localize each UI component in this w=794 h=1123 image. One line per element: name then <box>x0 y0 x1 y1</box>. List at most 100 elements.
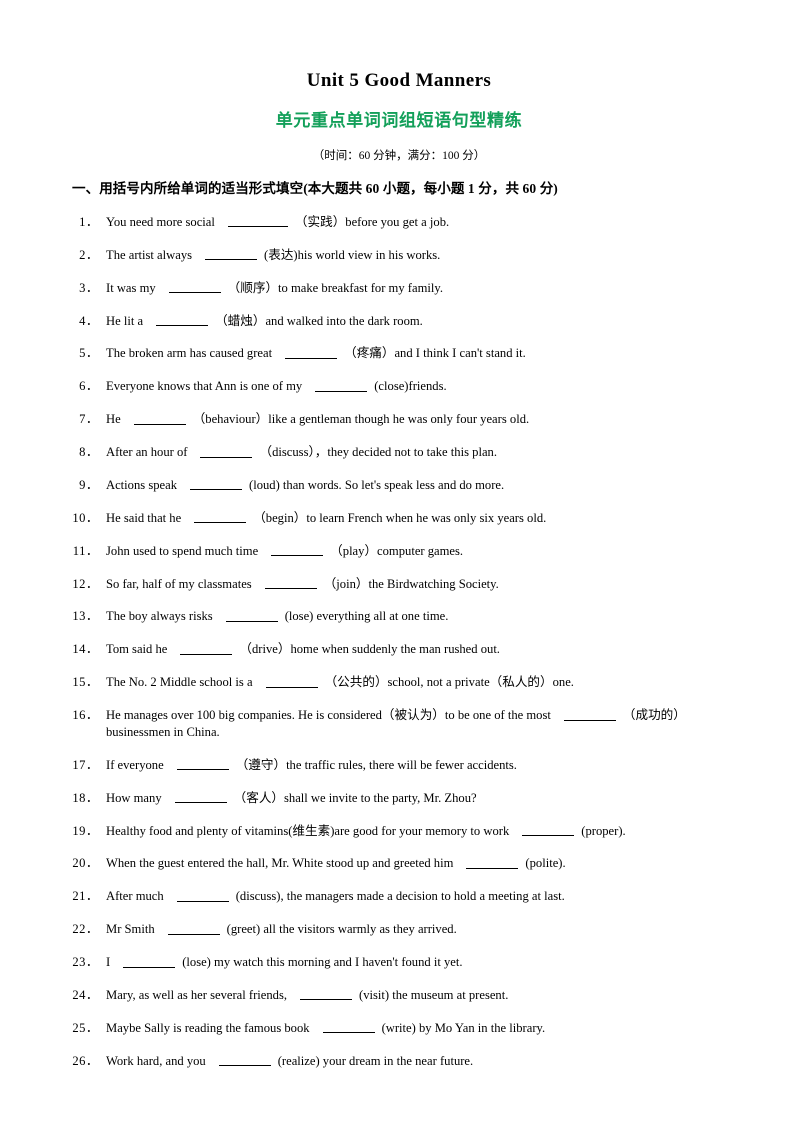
question-text: Mary, as well as her several friends, (vi… <box>106 987 726 1004</box>
page-subtitle: 单元重点单词词组短语句型精练 <box>275 110 523 131</box>
question-item: 14． Tom said he （drive）home when suddenly … <box>72 641 726 658</box>
question-text: Everyone knows that Ann is one of my (clo… <box>106 378 726 395</box>
question-text-after-blank: (表达)his world view in his works. <box>264 247 441 262</box>
question-number: 14． <box>72 642 99 657</box>
question-text: Healthy food and plenty of vitamins(维生素)… <box>106 823 726 840</box>
question-text-after-blank: (lose) everything all at one time. <box>284 609 449 624</box>
answer-blank[interactable] <box>174 790 227 804</box>
answer-blank[interactable] <box>156 313 209 327</box>
question-text: Tom said he （drive）home when suddenly the… <box>106 641 726 658</box>
question-text-after-blank: (loud) than words. So let's speak less a… <box>249 477 505 492</box>
question-text-before-blank: So far, half of my classmates <box>106 576 252 591</box>
question-text-before-blank: Mary, as well as her several friends, <box>106 987 288 1002</box>
answer-blank[interactable] <box>563 708 616 721</box>
question-item: 6． Everyone knows that Ann is one of my (c… <box>72 378 726 395</box>
question-text: After an hour of （discuss），they decided n… <box>106 444 726 461</box>
answer-blank[interactable] <box>180 642 233 655</box>
question-text: Work hard, and you (realize) your dream i… <box>106 1053 726 1070</box>
answer-blank[interactable] <box>218 1053 271 1067</box>
question-text-before-blank: You need more social <box>106 214 215 229</box>
question-text: The boy always risks (lose) everything al… <box>106 608 726 625</box>
question-item: 9． Actions speak (loud) than words. So let… <box>72 477 726 494</box>
question-text-after-blank: （join）the Birdwatching Society. <box>323 576 499 591</box>
question-number: 21． <box>72 889 99 904</box>
question-text: How many （客人）shall we invite to the party… <box>106 790 726 807</box>
answer-blank[interactable] <box>322 1020 375 1034</box>
question-text: It was my （顺序）to make breakfast for my fa… <box>106 280 726 297</box>
answer-blank[interactable] <box>285 346 338 359</box>
question-text: He （behaviour）like a gentleman though he … <box>106 411 726 428</box>
question-text-before-blank: He manages over 100 big companies. He is… <box>106 708 551 723</box>
answer-blank[interactable] <box>265 675 318 688</box>
question-text-before-blank: He lit a <box>106 313 144 328</box>
answer-blank[interactable] <box>167 922 220 935</box>
question-text-after-blank: (write) by Mo Yan in the library. <box>381 1020 546 1035</box>
question-text: Actions speak (loud) than words. So let's… <box>106 477 726 494</box>
question-number: 13． <box>72 609 99 624</box>
answer-blank[interactable] <box>225 609 278 622</box>
question-item: 13． The boy always risks (lose) everything… <box>72 608 726 625</box>
question-text-after-blank: (realize) your dream in the near future. <box>277 1053 474 1068</box>
question-list: 1． You need more social （实践）before you get… <box>72 214 726 1070</box>
question-item: 4． He lit a （蜡烛）and walked into the dark r… <box>72 313 726 330</box>
question-number: 6． <box>79 379 99 394</box>
question-text-after-blank: (polite). <box>525 856 566 871</box>
answer-blank[interactable] <box>227 214 288 228</box>
question-number: 8． <box>79 445 99 460</box>
answer-blank[interactable] <box>300 987 353 1001</box>
answer-blank[interactable] <box>194 510 247 524</box>
answer-blank[interactable] <box>205 247 258 261</box>
question-text-before-blank: Actions speak <box>106 477 177 492</box>
answer-blank[interactable] <box>123 955 176 968</box>
question-item: 23． I (lose) my watch this morning and I h… <box>72 954 726 971</box>
question-text-after-blank: (visit) the museum at present. <box>359 987 509 1002</box>
question-number: 22． <box>72 922 99 937</box>
question-number: 20． <box>72 856 99 871</box>
question-text-after-blank: （play）computer games. <box>330 543 464 558</box>
question-item: 17． If everyone （遵守）the traffic rules, the… <box>72 757 726 774</box>
question-text-before-blank: The No. 2 Middle school is a <box>106 675 253 690</box>
page-title: Unit 5 Good Manners <box>306 70 492 91</box>
answer-blank[interactable] <box>315 379 368 392</box>
question-number: 23． <box>72 955 99 970</box>
question-text-before-blank: Work hard, and you <box>106 1053 206 1068</box>
question-item: 1． You need more social （实践）before you get… <box>72 214 726 231</box>
question-text-before-blank: The artist always <box>106 247 193 262</box>
question-text-after-blank: （客人）shall we invite to the party, Mr. Zh… <box>233 790 477 805</box>
answer-blank[interactable] <box>264 576 317 590</box>
exam-meta-line: （时间：60 分钟，满分：100 分） <box>312 149 486 162</box>
answer-blank[interactable] <box>133 412 186 425</box>
answer-blank[interactable] <box>271 543 324 557</box>
question-text-before-blank: It was my <box>106 280 156 295</box>
answer-blank[interactable] <box>466 856 519 869</box>
question-item: 20． When the guest entered the hall, Mr. … <box>72 855 726 872</box>
question-text-before-blank: He said that he <box>106 510 182 525</box>
question-item: 5． The broken arm has caused great （疼痛）and… <box>72 345 726 362</box>
question-text-before-blank: After much <box>106 889 164 904</box>
question-item: 12． So far, half of my classmates （join）th… <box>72 576 726 593</box>
question-text: You need more social （实践）before you get a… <box>106 214 726 231</box>
question-item: 22． Mr Smith (greet) all the visitors warm… <box>72 921 726 938</box>
question-text: I (lose) my watch this morning and I have… <box>106 954 726 971</box>
question-text-after-blank: （蜡烛）and walked into the dark room. <box>215 313 423 328</box>
question-text-before-blank: Maybe Sally is reading the famous book <box>106 1020 310 1035</box>
answer-blank[interactable] <box>200 445 253 458</box>
answer-blank[interactable] <box>168 280 221 294</box>
question-number: 17． <box>72 757 99 772</box>
question-text-after-blank: (proper). <box>581 823 626 838</box>
answer-blank[interactable] <box>522 823 575 837</box>
question-text: John used to spend much time （play）comput… <box>106 543 726 560</box>
question-number: 26． <box>72 1053 99 1068</box>
question-number: 25． <box>72 1020 99 1035</box>
answer-blank[interactable] <box>176 889 229 902</box>
question-text-before-blank: Tom said he <box>106 642 168 657</box>
question-item: 7． He （behaviour）like a gentleman though h… <box>72 411 726 428</box>
question-text-after-blank: （实践）before you get a job. <box>294 214 450 229</box>
answer-blank[interactable] <box>176 757 229 771</box>
answer-blank[interactable] <box>190 477 242 491</box>
question-text: So far, half of my classmates （join）the B… <box>106 576 726 593</box>
question-text-after-blank: （顺序）to make breakfast for my family. <box>227 280 443 295</box>
question-text-after-blank: (lose) my watch this morning and I haven… <box>182 955 463 970</box>
question-text-before-blank: Healthy food and plenty of vitamins(维生素)… <box>106 823 510 838</box>
question-text: The No. 2 Middle school is a （公共的）school,… <box>106 674 726 691</box>
